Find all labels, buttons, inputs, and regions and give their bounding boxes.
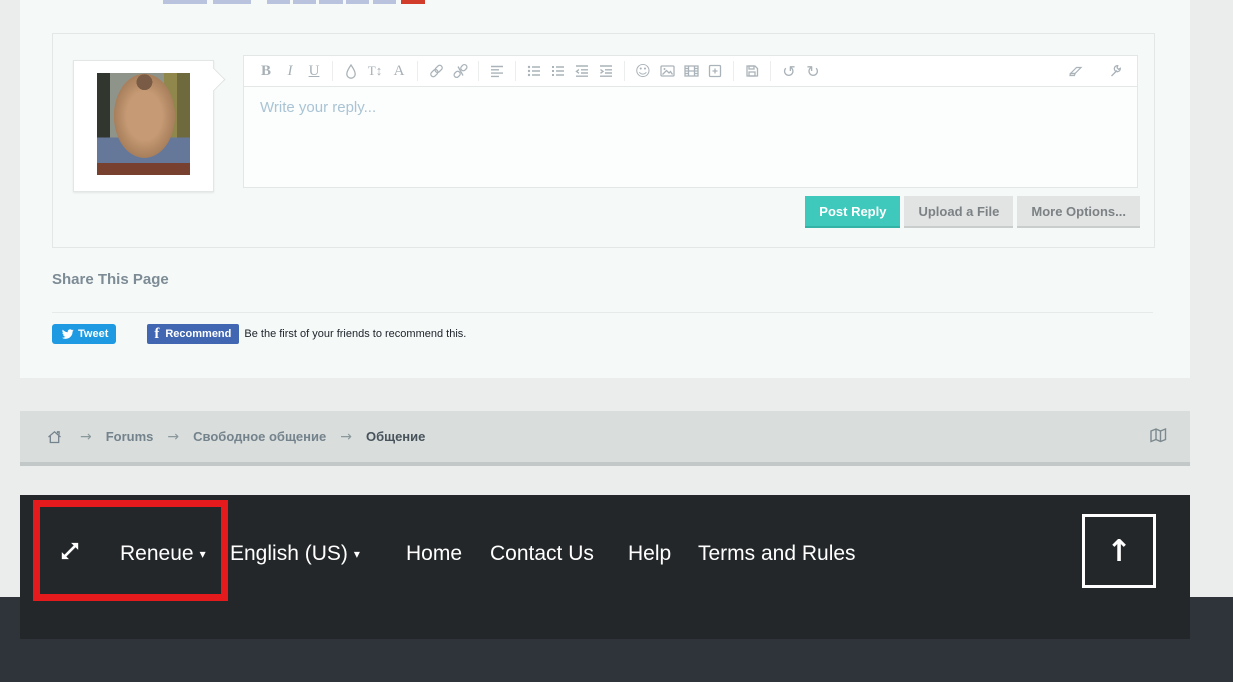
breadcrumb-arrow-icon: →: [80, 429, 92, 445]
smilies-icon[interactable]: ☺: [634, 61, 652, 81]
breadcrumb-arrow-icon: →: [167, 429, 179, 445]
font-family-icon[interactable]: A: [390, 61, 408, 81]
underline-icon[interactable]: U: [305, 61, 323, 81]
alignment-icon[interactable]: [488, 61, 506, 81]
upload-file-button[interactable]: Upload a File: [904, 196, 1013, 228]
text-color-icon[interactable]: [342, 61, 360, 81]
content-panel: B I U T↕ A: [20, 0, 1190, 378]
expand-width-icon[interactable]: [58, 539, 82, 568]
facebook-f-icon: f: [154, 326, 159, 343]
cutoff-button-strip: [213, 0, 251, 4]
media-icon[interactable]: [682, 61, 700, 81]
post-reply-button[interactable]: Post Reply: [805, 196, 900, 228]
breadcrumb-forums[interactable]: Forums: [106, 429, 154, 444]
scroll-to-top-button[interactable]: ↑: [1082, 514, 1156, 588]
font-size-icon[interactable]: T↕: [366, 61, 384, 81]
indent-icon[interactable]: [597, 61, 615, 81]
home-icon[interactable]: [45, 427, 63, 447]
reply-editor-box: B I U T↕ A: [52, 33, 1155, 248]
user-avatar[interactable]: [73, 60, 214, 192]
italic-icon[interactable]: I: [281, 61, 299, 81]
language-chooser[interactable]: English (US) ▾: [230, 542, 360, 566]
footer-link-terms-and-rules[interactable]: Terms and Rules: [698, 542, 856, 566]
footer-link-home[interactable]: Home: [406, 542, 462, 566]
share-row: Tweet f Recommend Be the first of your f…: [52, 324, 466, 344]
reply-placeholder: Write your reply...: [260, 99, 376, 116]
unlink-icon[interactable]: [451, 61, 469, 81]
drafts-icon[interactable]: [743, 61, 761, 81]
breadcrumb: → Forums → Свободное общение → Общение: [20, 411, 1190, 466]
toolbar-right-group: [1063, 61, 1127, 81]
breadcrumb-arrow-icon: →: [340, 429, 352, 445]
cutoff-button-strip: [319, 0, 343, 4]
avatar-photo: [97, 73, 190, 175]
toolbar-separator: [770, 61, 771, 81]
editor-buttons-row: Post Reply Upload a File More Options...: [805, 196, 1140, 228]
toolbar-separator: [624, 61, 625, 81]
recommend-label: Recommend: [165, 328, 231, 340]
editor-toolbar: B I U T↕ A: [243, 55, 1138, 87]
bold-icon[interactable]: B: [257, 61, 275, 81]
cutoff-button-strip: [267, 0, 290, 4]
chevron-down-icon: ▾: [354, 547, 360, 561]
outdent-icon[interactable]: [573, 61, 591, 81]
insert-icon[interactable]: [706, 61, 724, 81]
footer-link-contact-us[interactable]: Contact Us: [490, 542, 594, 566]
recommend-caption: Be the first of your friends to recommen…: [244, 328, 466, 340]
remove-formatting-icon[interactable]: [1066, 61, 1084, 81]
twitter-bird-icon: [60, 328, 74, 340]
style-chooser[interactable]: Reneue ▾: [120, 542, 206, 566]
cutoff-button-strip: [293, 0, 316, 4]
cutoff-button-strip-red: [401, 0, 425, 4]
language-chooser-label: English (US): [230, 542, 348, 565]
more-options-button[interactable]: More Options...: [1017, 196, 1140, 228]
map-icon[interactable]: [1148, 426, 1168, 448]
cutoff-button-strip: [163, 0, 207, 4]
toolbar-separator: [515, 61, 516, 81]
facebook-recommend-button[interactable]: f Recommend: [147, 324, 239, 344]
link-icon[interactable]: [427, 61, 445, 81]
up-arrow-icon: ↑: [1106, 534, 1131, 569]
image-icon[interactable]: [658, 61, 676, 81]
tweet-button[interactable]: Tweet: [52, 324, 116, 344]
share-title: Share This Page: [52, 271, 169, 288]
breadcrumb-current[interactable]: Общение: [366, 429, 425, 444]
footer-link-help[interactable]: Help: [628, 542, 671, 566]
ordered-list-icon[interactable]: [549, 61, 567, 81]
toolbar-separator: [332, 61, 333, 81]
undo-icon[interactable]: ↺: [780, 61, 798, 81]
toolbar-separator: [478, 61, 479, 81]
toolbar-separator: [733, 61, 734, 81]
chevron-down-icon: ▾: [200, 547, 206, 561]
redo-icon[interactable]: ↻: [804, 61, 822, 81]
avatar-pointer: [201, 67, 225, 91]
reply-textarea[interactable]: Write your reply...: [243, 87, 1138, 188]
style-chooser-label: Reneue: [120, 542, 194, 565]
divider: [52, 312, 1153, 313]
bbcode-wrench-icon[interactable]: [1106, 61, 1124, 81]
footer: Reneue ▾ English (US) ▾ Home Contact Us He…: [20, 495, 1190, 639]
unordered-list-icon[interactable]: [525, 61, 543, 81]
tweet-label: Tweet: [78, 328, 108, 340]
cutoff-button-strip: [373, 0, 396, 4]
breadcrumb-category[interactable]: Свободное общение: [193, 429, 326, 444]
cutoff-button-strip: [346, 0, 369, 4]
toolbar-separator: [417, 61, 418, 81]
